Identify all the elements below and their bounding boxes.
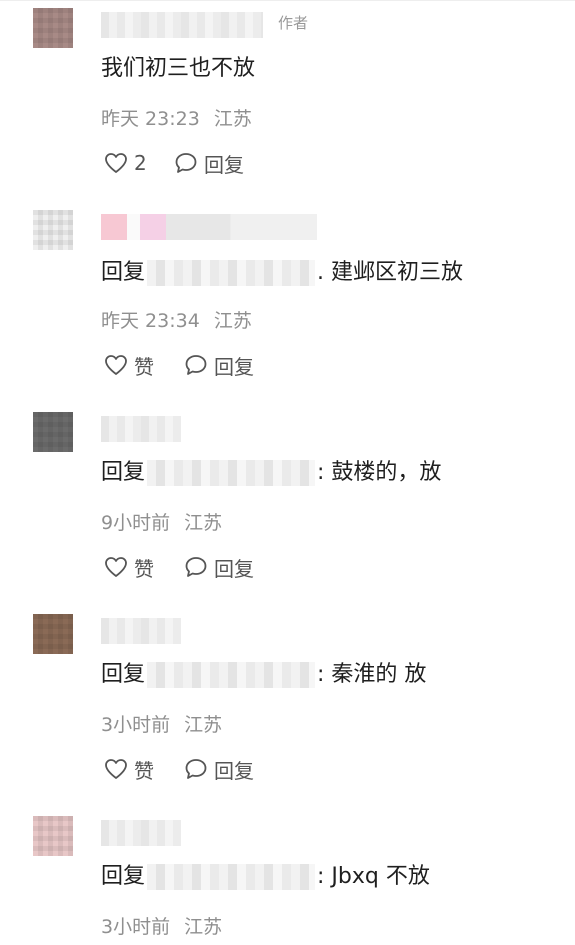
comment-item: 作者 我们初三也不放 昨天 23:23 江苏 2 回复 xyxy=(0,0,575,200)
comment-location: 江苏 xyxy=(184,714,223,736)
mentioned-user-blurred[interactable] xyxy=(147,460,316,486)
comment-location: 江苏 xyxy=(213,108,252,130)
like-button[interactable]: 2 xyxy=(104,151,174,175)
comment-time: 昨天 23:34 xyxy=(101,310,200,332)
reply-label: 回复 xyxy=(214,758,254,783)
reply-button[interactable]: 回复 xyxy=(184,351,254,380)
avatar[interactable] xyxy=(33,614,73,654)
comment-text: 我们初三也不放 xyxy=(101,54,255,84)
comment-actions: 赞 回复 xyxy=(104,552,254,582)
like-count: 2 xyxy=(134,151,147,175)
comment-item: 回复 : 鼓楼的，放 9小时前 江苏 赞 回复 xyxy=(0,404,575,604)
reply-prefix: 回复 xyxy=(101,460,146,485)
comment-text: 回复 . 建邺区初三放 xyxy=(101,258,463,288)
comment-location: 江苏 xyxy=(184,916,223,938)
comment-text: 回复 : 秦淮的 放 xyxy=(101,660,426,690)
comment-time: 9小时前 xyxy=(101,512,171,534)
heart-outline-icon xyxy=(104,354,128,376)
avatar[interactable] xyxy=(33,210,73,250)
comment-text: 回复 : Jbxq 不放 xyxy=(101,862,430,892)
mentioned-user-blurred[interactable] xyxy=(147,864,316,890)
comment-time: 昨天 23:23 xyxy=(101,108,200,130)
like-button[interactable]: 赞 xyxy=(104,755,184,784)
username-blurred[interactable] xyxy=(101,416,181,442)
comment-actions: 2 回复 xyxy=(104,148,244,178)
comment-meta: 昨天 23:34 江苏 xyxy=(101,306,252,333)
username-blurred[interactable] xyxy=(101,618,181,644)
avatar[interactable] xyxy=(33,816,73,856)
like-label: 赞 xyxy=(134,556,154,581)
username-blurred[interactable] xyxy=(101,214,317,240)
comment-location: 江苏 xyxy=(184,512,223,534)
comment-bubble-icon xyxy=(184,556,208,578)
mentioned-user-blurred[interactable] xyxy=(147,260,316,286)
reply-button[interactable]: 回复 xyxy=(184,755,254,784)
avatar[interactable] xyxy=(33,8,73,48)
like-button[interactable]: 赞 xyxy=(104,553,184,582)
comment-time: 3小时前 xyxy=(101,714,171,736)
mentioned-user-blurred[interactable] xyxy=(147,662,316,688)
comment-bubble-icon xyxy=(184,354,208,376)
heart-outline-icon xyxy=(104,152,128,174)
comment-bubble-icon xyxy=(174,152,198,174)
reply-label: 回复 xyxy=(214,556,254,581)
reply-label: 回复 xyxy=(214,354,254,379)
comment-content: 我们初三也不放 xyxy=(101,56,256,81)
reply-button[interactable]: 回复 xyxy=(174,149,244,178)
comment-item: 回复 : 秦淮的 放 3小时前 江苏 赞 回复 xyxy=(0,606,575,806)
comment-item: 回复 . 建邺区初三放 昨天 23:34 江苏 赞 回复 xyxy=(0,202,575,402)
comment-bubble-icon xyxy=(184,758,208,780)
like-label: 赞 xyxy=(134,758,154,783)
comment-location: 江苏 xyxy=(213,310,252,332)
comment-text: 回复 : 鼓楼的，放 xyxy=(101,458,441,488)
reply-prefix: 回复 xyxy=(101,662,146,687)
avatar[interactable] xyxy=(33,412,73,452)
comment-content: : 秦淮的 放 xyxy=(317,662,427,687)
username-blurred[interactable] xyxy=(101,12,263,38)
username-blurred[interactable] xyxy=(101,820,181,846)
reply-button[interactable]: 回复 xyxy=(184,553,254,582)
comment-meta: 3小时前 江苏 xyxy=(101,912,222,939)
comment-actions: 赞 回复 xyxy=(104,754,254,784)
author-badge: 作者 xyxy=(278,14,309,32)
comment-actions: 赞 回复 xyxy=(104,350,254,380)
comment-content: : 鼓楼的，放 xyxy=(317,460,442,485)
reply-prefix: 回复 xyxy=(101,260,146,285)
comment-meta: 昨天 23:23 江苏 xyxy=(101,104,252,131)
comment-time: 3小时前 xyxy=(101,916,171,938)
comment-meta: 3小时前 江苏 xyxy=(101,710,222,737)
heart-outline-icon xyxy=(104,556,128,578)
like-button[interactable]: 赞 xyxy=(104,351,184,380)
comment-meta: 9小时前 江苏 xyxy=(101,508,222,535)
like-label: 赞 xyxy=(134,354,154,379)
comment-content: : Jbxq 不放 xyxy=(317,864,430,889)
heart-outline-icon xyxy=(104,758,128,780)
reply-label: 回复 xyxy=(204,152,244,177)
comment-item: 回复 : Jbxq 不放 3小时前 江苏 xyxy=(0,808,575,945)
reply-prefix: 回复 xyxy=(101,864,146,889)
comment-content: . 建邺区初三放 xyxy=(317,260,464,285)
